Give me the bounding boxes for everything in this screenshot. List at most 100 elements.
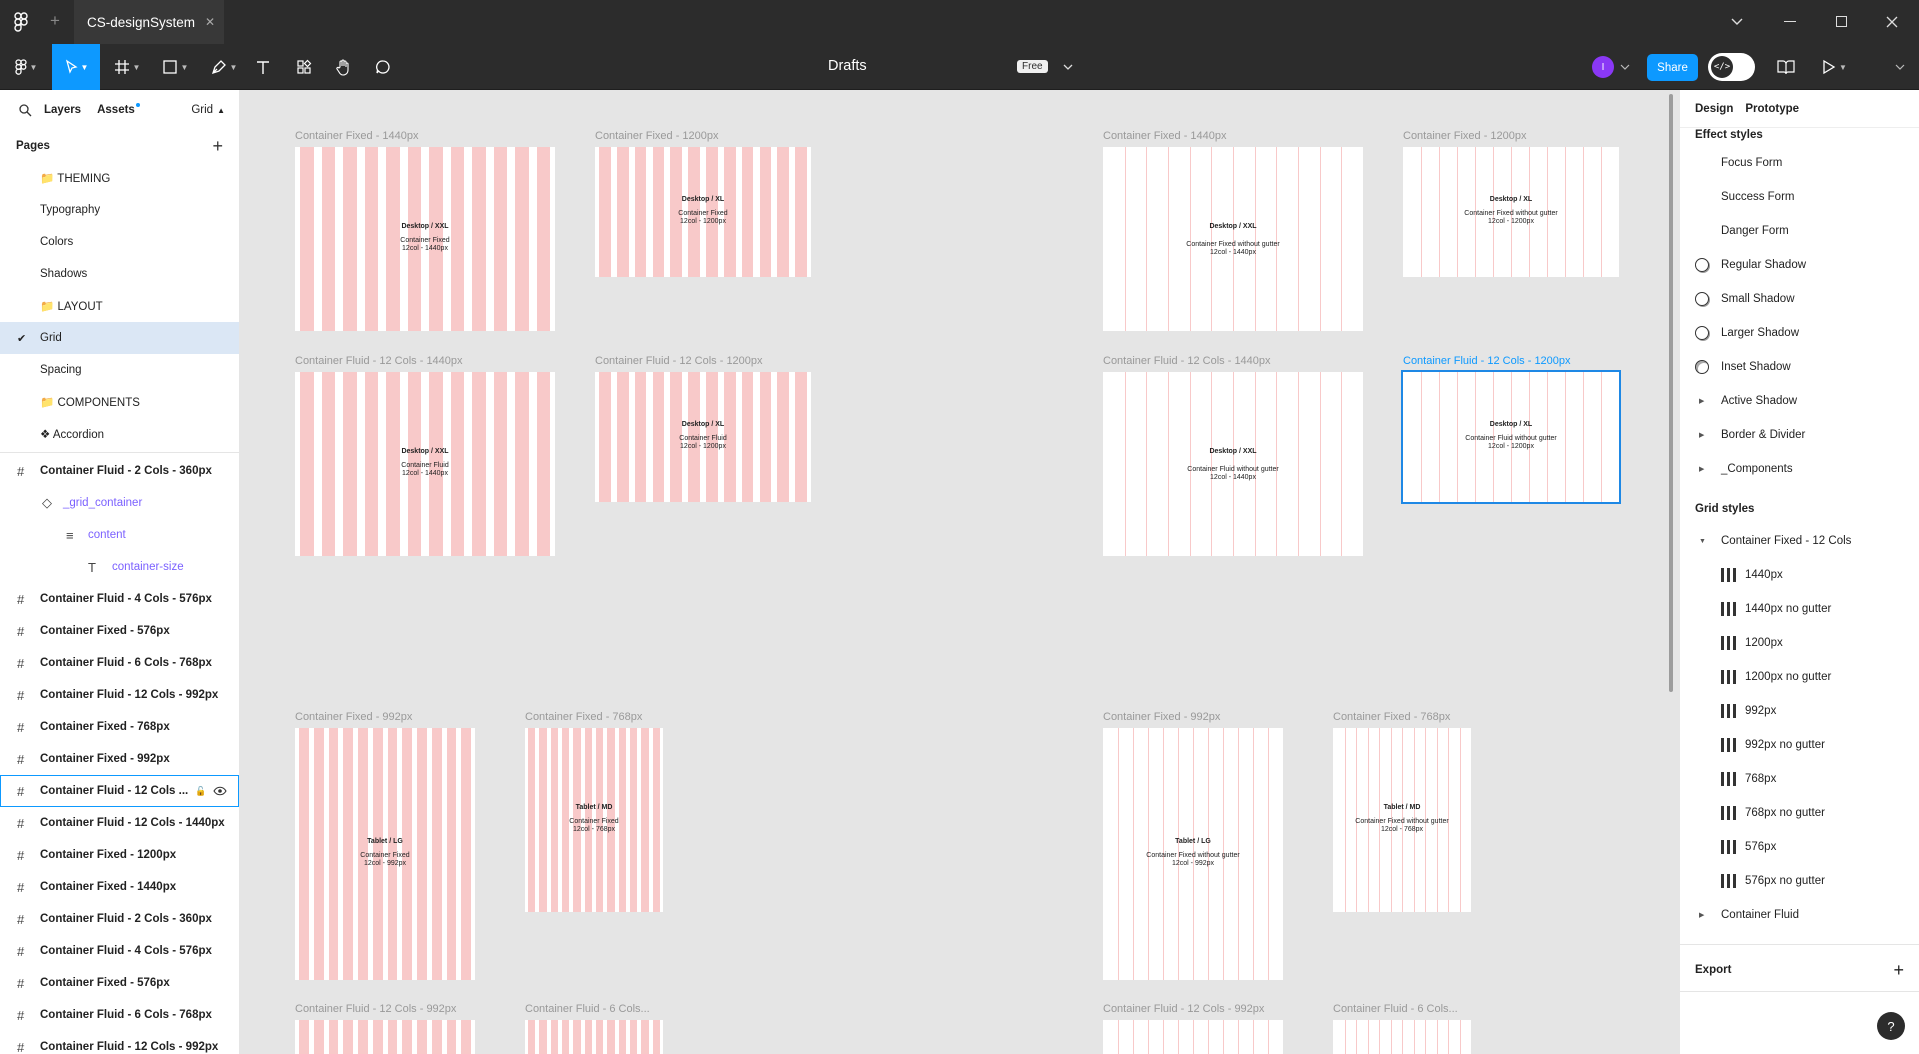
- grid-style-item[interactable]: 576px no gutter: [1680, 864, 1919, 898]
- layer-row[interactable]: # Container Fluid - 2 Cols - 360px: [0, 903, 239, 935]
- move-tool-button[interactable]: ▼: [52, 44, 100, 90]
- layer-row[interactable]: ≡ content: [0, 519, 239, 551]
- page-item[interactable]: 📁 THEMING: [0, 162, 239, 194]
- share-button[interactable]: Share: [1647, 54, 1698, 81]
- frame-label[interactable]: Container Fixed - 992px: [1103, 711, 1220, 723]
- layer-row[interactable]: # Container Fixed - 768px: [0, 711, 239, 743]
- layer-row[interactable]: # Container Fluid - 2 Cols - 360px: [0, 455, 239, 487]
- effect-style-item[interactable]: ▶ _Components: [1680, 452, 1919, 486]
- grid-style-item[interactable]: 992px no gutter: [1680, 728, 1919, 762]
- text-tool-button[interactable]: [252, 44, 274, 90]
- grid-style-item[interactable]: 1200px: [1680, 626, 1919, 660]
- grid-style-item[interactable]: 768px: [1680, 762, 1919, 796]
- main-menu-button[interactable]: ▼: [8, 44, 44, 90]
- search-icon[interactable]: [18, 103, 32, 117]
- page-item[interactable]: Colors: [0, 226, 239, 258]
- effect-style-item[interactable]: Larger Shadow: [1680, 316, 1919, 350]
- page-item[interactable]: 📁 LAYOUT: [0, 290, 239, 322]
- layer-row[interactable]: # Container Fixed - 1440px: [0, 871, 239, 903]
- grid-frame[interactable]: Desktop / XXL Container Fixed 12col - 1440…: [295, 147, 555, 331]
- layer-row[interactable]: # Container Fixed - 576px: [0, 967, 239, 999]
- page-dropdown[interactable]: Grid ▲: [191, 104, 225, 116]
- frame-label[interactable]: Container Fluid - 6 Cols...: [525, 1003, 650, 1015]
- chevron-down-icon[interactable]: [1730, 14, 1744, 28]
- layer-row[interactable]: # Container Fixed - 992px: [0, 743, 239, 775]
- page-item[interactable]: 📁 COMPONENTS: [0, 386, 239, 418]
- grid-style-item[interactable]: 576px: [1680, 830, 1919, 864]
- effect-style-item[interactable]: Inset Shadow: [1680, 350, 1919, 384]
- file-name[interactable]: Drafts: [828, 58, 867, 74]
- close-window-icon[interactable]: [1885, 15, 1899, 29]
- page-item[interactable]: Shadows: [0, 258, 239, 290]
- frame-label[interactable]: Container Fixed - 1200px: [1403, 130, 1527, 142]
- frame-label[interactable]: Container Fluid - 12 Cols - 1440px: [1103, 355, 1271, 367]
- tab-layers[interactable]: Layers: [44, 104, 81, 116]
- pen-tool-button[interactable]: ▼: [205, 44, 243, 90]
- shape-tool-button[interactable]: ▼: [156, 44, 194, 90]
- grid-frame[interactable]: [525, 1020, 663, 1054]
- grid-style-item[interactable]: 992px: [1680, 694, 1919, 728]
- frame-label[interactable]: Container Fluid - 12 Cols - 1200px: [1403, 355, 1571, 367]
- layer-row[interactable]: # Container Fixed - 1200px: [0, 839, 239, 871]
- grid-frame[interactable]: Tablet / LG Container Fixed 12col - 992px: [295, 728, 475, 980]
- effect-style-item[interactable]: Danger Form: [1680, 214, 1919, 248]
- canvas[interactable]: Container Fixed - 1440px Desktop / XXL Con…: [240, 90, 1679, 1054]
- comment-tool-button[interactable]: [371, 44, 395, 90]
- minimize-icon[interactable]: [1784, 21, 1796, 22]
- frame-label[interactable]: Container Fluid - 6 Cols...: [1333, 1003, 1458, 1015]
- frame-label[interactable]: Container Fluid - 12 Cols - 1440px: [295, 355, 463, 367]
- frame-label[interactable]: Container Fixed - 768px: [525, 711, 642, 723]
- frame-label[interactable]: Container Fixed - 768px: [1333, 711, 1450, 723]
- frame-label[interactable]: Container Fluid - 12 Cols - 1200px: [595, 355, 763, 367]
- grid-frame[interactable]: Tablet / MD Container Fixed 12col - 768px: [525, 728, 663, 912]
- close-tab-icon[interactable]: ✕: [205, 15, 215, 29]
- grid-frame[interactable]: Desktop / XXL Container Fluid without gut…: [1103, 372, 1363, 556]
- grid-frame[interactable]: Desktop / XXL Container Fixed without gut…: [1103, 147, 1363, 331]
- avatar-chevron-icon[interactable]: [1620, 62, 1630, 72]
- page-item[interactable]: Typography: [0, 194, 239, 226]
- layer-row[interactable]: ◇ _grid_container: [0, 487, 239, 519]
- file-tab[interactable]: CS-designSystem ✕: [74, 0, 224, 44]
- library-button[interactable]: [1777, 59, 1795, 75]
- frame-label[interactable]: Container Fixed - 992px: [295, 711, 412, 723]
- layer-row[interactable]: # Container Fluid - 12 Cols - 992px: [0, 1031, 239, 1054]
- frame-tool-button[interactable]: ▼: [108, 44, 146, 90]
- tab-design[interactable]: Design: [1695, 103, 1733, 115]
- add-export-icon[interactable]: +: [1893, 960, 1904, 981]
- canvas-vertical-scrollbar[interactable]: [1669, 94, 1673, 692]
- page-item[interactable]: Spacing: [0, 354, 239, 386]
- layer-row[interactable]: # Container Fluid - 6 Cols - 768px: [0, 647, 239, 679]
- layer-row[interactable]: # Container Fluid - 4 Cols - 576px: [0, 935, 239, 967]
- effect-style-item[interactable]: ▶ Active Shadow: [1680, 384, 1919, 418]
- effect-style-item[interactable]: Regular Shadow: [1680, 248, 1919, 282]
- page-item[interactable]: ❖ Accordion: [0, 418, 239, 450]
- layer-row[interactable]: Tcontainer-size: [0, 551, 239, 583]
- grid-style-item[interactable]: 768px no gutter: [1680, 796, 1919, 830]
- grid-frame[interactable]: [1103, 1020, 1283, 1054]
- layer-row[interactable]: # Container Fluid - 4 Cols - 576px: [0, 583, 239, 615]
- grid-frame[interactable]: Tablet / LG Container Fixed without gutte…: [1103, 728, 1283, 980]
- grid-frame[interactable]: Desktop / XL Container Fixed 12col - 1200p…: [595, 147, 811, 277]
- figma-logo-icon[interactable]: [12, 12, 30, 32]
- lock-icon[interactable]: 🔓: [195, 786, 206, 797]
- present-button[interactable]: ▼: [1822, 59, 1852, 75]
- frame-label[interactable]: Container Fixed - 1440px: [1103, 130, 1227, 142]
- resources-tool-button[interactable]: [292, 44, 316, 90]
- frame-label[interactable]: Container Fixed - 1200px: [595, 130, 719, 142]
- grid-frame[interactable]: Desktop / XL Container Fixed without gutt…: [1403, 147, 1619, 277]
- page-item[interactable]: ✔ Grid: [0, 322, 239, 354]
- grid-frame[interactable]: Desktop / XL Container Fluid 12col - 1200p…: [595, 372, 811, 502]
- grid-frame[interactable]: Tablet / MD Container Fixed without gutte…: [1333, 728, 1471, 912]
- layer-row[interactable]: # Container Fluid - 12 Cols ... 🔓: [0, 775, 239, 807]
- tab-assets[interactable]: Assets: [97, 103, 140, 116]
- maximize-icon[interactable]: [1836, 16, 1847, 27]
- frame-label[interactable]: Container Fixed - 1440px: [295, 130, 419, 142]
- help-button[interactable]: ?: [1877, 1012, 1905, 1040]
- frame-label[interactable]: Container Fluid - 12 Cols - 992px: [295, 1003, 456, 1015]
- grid-style-item[interactable]: 1440px no gutter: [1680, 592, 1919, 626]
- layer-row[interactable]: # Container Fixed - 576px: [0, 615, 239, 647]
- effect-style-item[interactable]: Success Form: [1680, 180, 1919, 214]
- zoom-chevron-icon[interactable]: [1895, 62, 1905, 72]
- grid-frame[interactable]: [295, 1020, 475, 1054]
- layer-row[interactable]: # Container Fluid - 6 Cols - 768px: [0, 999, 239, 1031]
